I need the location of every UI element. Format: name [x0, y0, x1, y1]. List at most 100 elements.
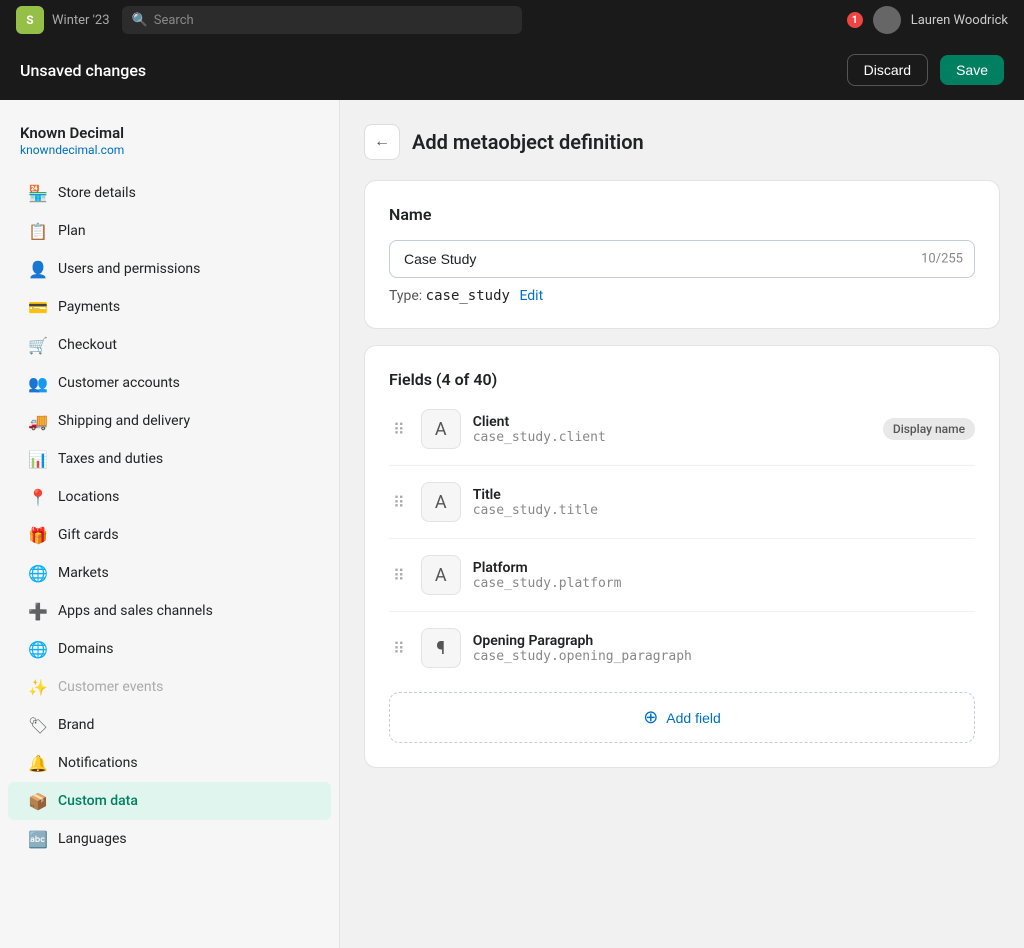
- avatar: [873, 6, 901, 34]
- drag-handle[interactable]: ⠿: [389, 566, 409, 585]
- sidebar-label-payments: Payments: [58, 299, 120, 315]
- sidebar-item-markets[interactable]: 🌐Markets: [8, 554, 331, 592]
- sidebar: Known Decimal knowndecimal.com 🏪 Store de…: [0, 100, 340, 948]
- notifications-icon: 🔔: [28, 753, 48, 773]
- page-title: Add metaobject definition: [412, 130, 644, 154]
- type-label: Type:: [389, 288, 422, 304]
- sidebar-item-gift-cards[interactable]: 🎁 Gift cards: [8, 516, 331, 554]
- char-count: 10/255: [921, 252, 963, 267]
- field-name-3: Opening Paragraph: [473, 633, 975, 649]
- sidebar-label-brand: Brand: [58, 717, 94, 733]
- field-name-0: Client: [473, 414, 871, 430]
- type-row: Type: case_study Edit: [389, 288, 975, 304]
- save-button[interactable]: Save: [940, 55, 1004, 85]
- notification-badge: 1: [847, 12, 863, 28]
- sidebar-item-customer-accounts[interactable]: 👥Customer accounts: [8, 364, 331, 402]
- sidebar-label-store-details: Store details: [58, 185, 136, 201]
- field-info-3: Opening Paragraph case_study.opening_par…: [473, 633, 975, 664]
- back-button[interactable]: ←: [364, 124, 400, 160]
- sidebar-brand-url[interactable]: knowndecimal.com: [20, 143, 124, 157]
- content-header: ← Add metaobject definition: [364, 124, 1000, 160]
- sidebar-label-languages: Languages: [58, 831, 127, 847]
- type-value: case_study: [426, 288, 510, 304]
- customer-accounts-icon: 👥: [28, 373, 48, 393]
- taxes-duties-icon: 📊: [28, 449, 48, 469]
- gift-cards-icon: 🎁: [28, 525, 48, 545]
- sidebar-item-checkout[interactable]: 🛒 Checkout: [8, 326, 331, 364]
- discard-button[interactable]: Discard: [847, 54, 928, 86]
- sidebar-label-plan: Plan: [58, 223, 86, 239]
- table-row: ⠿ A Client case_study.client Display nam…: [389, 393, 975, 466]
- field-key-2: case_study.platform: [473, 576, 975, 591]
- sidebar-item-store-details[interactable]: 🏪 Store details: [8, 174, 331, 212]
- field-key-3: case_study.opening_paragraph: [473, 649, 975, 664]
- brand-icon: 🏷: [28, 715, 48, 735]
- sidebar-label-gift-cards: Gift cards: [58, 527, 119, 543]
- sidebar-label-checkout: Checkout: [58, 337, 117, 353]
- sidebar-item-payments[interactable]: 💳 Payments: [8, 288, 331, 326]
- table-row: ⠿ A Title case_study.title: [389, 466, 975, 539]
- sidebar-item-customer-events[interactable]: ✨ Customer events: [8, 668, 331, 706]
- field-info-0: Client case_study.client: [473, 414, 871, 445]
- apps-sales-icon: ➕: [28, 601, 48, 621]
- sidebar-item-users-permissions[interactable]: 👤 Users and permissions: [8, 250, 331, 288]
- shopify-logo: S: [16, 6, 44, 34]
- fields-list: ⠿ A Client case_study.client Display nam…: [389, 393, 975, 684]
- plan-icon: 📋: [28, 221, 48, 241]
- main-layout: Known Decimal knowndecimal.com 🏪 Store de…: [0, 100, 1024, 948]
- field-name-1: Title: [473, 487, 975, 503]
- field-name-2: Platform: [473, 560, 975, 576]
- store-details-icon: 🏪: [28, 183, 48, 203]
- sidebar-label-customer-events: Customer events: [58, 679, 163, 695]
- sidebar-item-notifications[interactable]: 🔔 Notifications: [8, 744, 331, 782]
- sidebar-items: 🏪 Store details 📋 Plan 👤 Users and permission…: [0, 174, 339, 858]
- search-icon: 🔍: [132, 13, 148, 28]
- drag-handle[interactable]: ⠿: [389, 493, 409, 512]
- user-area: 1 Lauren Woodrick: [847, 6, 1008, 34]
- name-card: Name 10/255 Type: case_study Edit: [364, 180, 1000, 329]
- name-section-title: Name: [389, 205, 975, 224]
- plus-circle-icon: ⊕: [643, 707, 658, 728]
- sidebar-item-locations[interactable]: 📍Locations: [8, 478, 331, 516]
- sidebar-label-taxes-duties: Taxes and duties: [58, 451, 163, 467]
- sidebar-item-brand[interactable]: 🏷 Brand: [8, 706, 331, 744]
- sidebar-label-users-permissions: Users and permissions: [58, 261, 200, 277]
- sidebar-brand-name: Known Decimal: [20, 124, 319, 142]
- sidebar-label-custom-data: Custom data: [58, 793, 138, 809]
- sidebar-item-domains[interactable]: 🌐Domains: [8, 630, 331, 668]
- sidebar-item-languages[interactable]: 🔤Languages: [8, 820, 331, 858]
- customer-events-icon: ✨: [28, 677, 48, 697]
- logo-area: S Winter '23: [16, 6, 110, 34]
- markets-icon: 🌐: [28, 563, 48, 583]
- sidebar-item-plan[interactable]: 📋 Plan: [8, 212, 331, 250]
- browser-bar: S Winter '23 🔍 Search 1 Lauren Woodrick: [0, 0, 1024, 40]
- sidebar-label-notifications: Notifications: [58, 755, 138, 771]
- unsaved-title: Unsaved changes: [20, 61, 835, 80]
- field-icon-1: A: [421, 482, 461, 522]
- sidebar-label-apps-sales: Apps and sales channels: [58, 603, 213, 619]
- field-key-0: case_study.client: [473, 430, 871, 445]
- table-row: ⠿ A Platform case_study.platform: [389, 539, 975, 612]
- field-icon-3: ¶: [421, 628, 461, 668]
- locations-icon: 📍: [28, 487, 48, 507]
- users-permissions-icon: 👤: [28, 259, 48, 279]
- field-info-1: Title case_study.title: [473, 487, 975, 518]
- table-row: ⠿ ¶ Opening Paragraph case_study.opening…: [389, 612, 975, 684]
- add-field-label: Add field: [666, 710, 720, 726]
- sidebar-item-taxes-duties[interactable]: 📊 Taxes and duties: [8, 440, 331, 478]
- name-input-wrapper: 10/255: [389, 240, 975, 278]
- edit-type-link[interactable]: Edit: [519, 288, 543, 304]
- sidebar-brand: Known Decimal knowndecimal.com: [0, 116, 339, 174]
- payments-icon: 💳: [28, 297, 48, 317]
- drag-handle[interactable]: ⠿: [389, 420, 409, 439]
- sidebar-item-apps-sales[interactable]: ➕ Apps and sales channels: [8, 592, 331, 630]
- name-input[interactable]: [389, 240, 975, 278]
- sidebar-item-shipping-delivery[interactable]: 🚚Shipping and delivery: [8, 402, 331, 440]
- checkout-icon: 🛒: [28, 335, 48, 355]
- browser-search[interactable]: 🔍 Search: [122, 6, 522, 34]
- store-name: Winter '23: [52, 13, 110, 28]
- sidebar-item-custom-data[interactable]: 📦Custom data: [8, 782, 331, 820]
- add-field-button[interactable]: ⊕ Add field: [389, 692, 975, 743]
- fields-card: Fields (4 of 40) ⠿ A Client case_study.c…: [364, 345, 1000, 768]
- drag-handle[interactable]: ⠿: [389, 639, 409, 658]
